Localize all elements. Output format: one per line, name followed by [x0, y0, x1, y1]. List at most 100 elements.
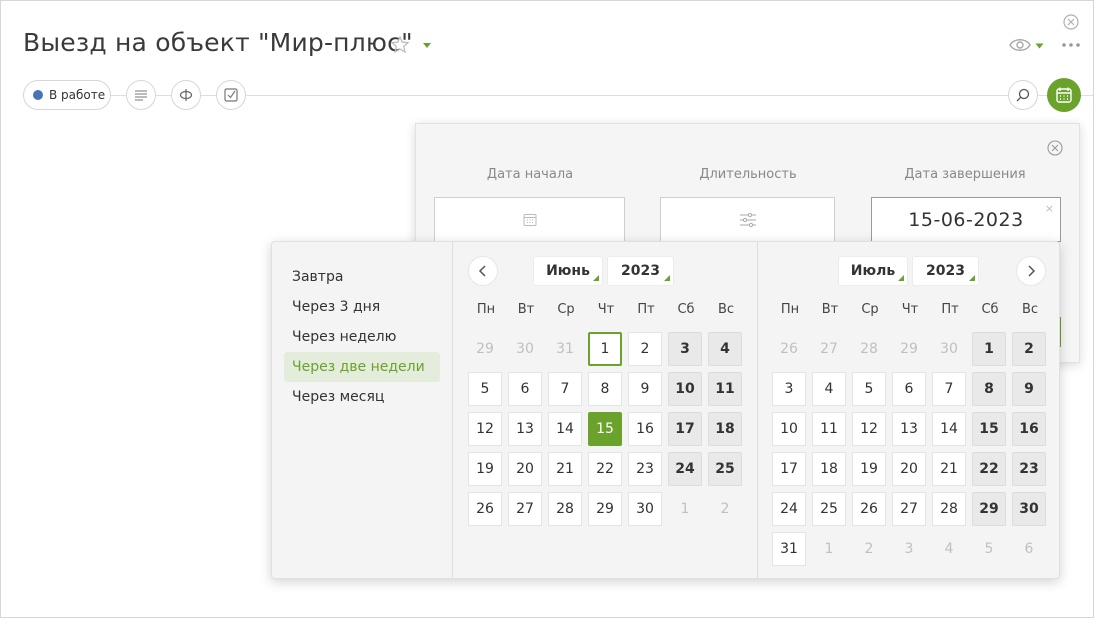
- calendar-day[interactable]: 28: [548, 492, 582, 526]
- calendar-day[interactable]: 29: [588, 492, 622, 526]
- calendar-day[interactable]: 7: [548, 372, 582, 406]
- calendar-day[interactable]: 13: [508, 412, 542, 446]
- month-select[interactable]: Июль: [838, 256, 908, 286]
- calendar-day[interactable]: 8: [972, 372, 1006, 406]
- year-select[interactable]: 2023: [912, 256, 979, 286]
- clear-icon[interactable]: ×: [1045, 202, 1054, 215]
- chevron-down-icon[interactable]: [1035, 43, 1044, 49]
- calendar-day[interactable]: 3: [772, 372, 806, 406]
- description-button[interactable]: [126, 80, 156, 110]
- calendar-day[interactable]: 12: [468, 412, 502, 446]
- calendar-day[interactable]: 1: [588, 332, 622, 366]
- calendar-day[interactable]: 7: [932, 372, 966, 406]
- calendar-day[interactable]: 20: [508, 452, 542, 486]
- checklist-button[interactable]: [216, 80, 246, 110]
- calendar-day[interactable]: 21: [548, 452, 582, 486]
- preset-option[interactable]: Завтра: [284, 262, 440, 292]
- end-date-value: 15-06-2023: [908, 208, 1024, 231]
- end-date-label: Дата завершения: [904, 167, 1026, 182]
- calendar-day[interactable]: 17: [668, 412, 702, 446]
- preset-option[interactable]: Через неделю: [284, 322, 440, 352]
- calendar-day[interactable]: 11: [812, 412, 846, 446]
- calendar-day[interactable]: 24: [668, 452, 702, 486]
- calendar-day[interactable]: 10: [668, 372, 702, 406]
- prev-month-button[interactable]: [468, 256, 498, 286]
- calendar-day[interactable]: 25: [812, 492, 846, 526]
- year-select[interactable]: 2023: [607, 256, 674, 286]
- calendar-day[interactable]: 29: [972, 492, 1006, 526]
- month-select[interactable]: Июнь: [533, 256, 603, 286]
- calendar-day[interactable]: 6: [508, 372, 542, 406]
- preset-option[interactable]: Через месяц: [284, 382, 440, 412]
- calendar-day[interactable]: 27: [508, 492, 542, 526]
- close-icon[interactable]: [1063, 14, 1079, 30]
- preset-option[interactable]: Через две недели: [284, 352, 440, 382]
- calendar-day[interactable]: 26: [468, 492, 502, 526]
- calendar-day[interactable]: 9: [628, 372, 662, 406]
- phi-icon: [179, 89, 193, 101]
- calendar-day[interactable]: 4: [812, 372, 846, 406]
- formula-button[interactable]: [171, 80, 201, 110]
- eye-icon[interactable]: [1009, 37, 1031, 53]
- calendar-day[interactable]: 18: [708, 412, 742, 446]
- status-label: В работе: [49, 88, 106, 102]
- calendar-day[interactable]: 27: [892, 492, 926, 526]
- text-lines-icon: [135, 90, 147, 101]
- calendar-day[interactable]: 13: [892, 412, 926, 446]
- close-icon[interactable]: [1047, 140, 1063, 156]
- duration-field[interactable]: [660, 197, 835, 242]
- calendar-day[interactable]: 19: [468, 452, 502, 486]
- calendar-day[interactable]: 18: [812, 452, 846, 486]
- calendar-day[interactable]: 25: [708, 452, 742, 486]
- month-select-label: Июнь: [546, 263, 590, 279]
- calendar-day[interactable]: 9: [1012, 372, 1046, 406]
- calendar-day[interactable]: 30: [1012, 492, 1046, 526]
- calendar-day[interactable]: 22: [588, 452, 622, 486]
- calendar-day[interactable]: 10: [772, 412, 806, 446]
- calendar-day[interactable]: 1: [972, 332, 1006, 366]
- calendar-button[interactable]: [1047, 78, 1081, 112]
- calendar-day[interactable]: 11: [708, 372, 742, 406]
- calendar-day[interactable]: 5: [852, 372, 886, 406]
- calendar-day: 27: [820, 341, 838, 357]
- calendar-day[interactable]: 16: [628, 412, 662, 446]
- calendar-day[interactable]: 20: [892, 452, 926, 486]
- divider: [452, 242, 453, 578]
- chevron-down-icon[interactable]: [422, 42, 432, 49]
- status-button[interactable]: В работе: [23, 80, 111, 110]
- calendar-day: 26: [780, 341, 798, 357]
- calendar-day[interactable]: 30: [628, 492, 662, 526]
- calendar-day[interactable]: 14: [932, 412, 966, 446]
- star-icon[interactable]: [390, 35, 410, 55]
- calendar-day[interactable]: 21: [932, 452, 966, 486]
- search-button[interactable]: [1008, 80, 1038, 110]
- start-date-field[interactable]: [434, 197, 625, 242]
- calendar-day[interactable]: 5: [468, 372, 502, 406]
- calendar-day[interactable]: 23: [1012, 452, 1046, 486]
- calendar-day[interactable]: 12: [852, 412, 886, 446]
- calendar-day: 28: [860, 341, 878, 357]
- calendar-day[interactable]: 17: [772, 452, 806, 486]
- next-month-button[interactable]: [1016, 256, 1046, 286]
- calendar-day[interactable]: 4: [708, 332, 742, 366]
- calendar-day[interactable]: 8: [588, 372, 622, 406]
- calendar-day[interactable]: 24: [772, 492, 806, 526]
- calendar-day[interactable]: 19: [852, 452, 886, 486]
- preset-option[interactable]: Через 3 дня: [284, 292, 440, 322]
- calendar-day[interactable]: 2: [628, 332, 662, 366]
- calendar-day[interactable]: 6: [892, 372, 926, 406]
- calendar-day[interactable]: 31: [772, 532, 806, 566]
- calendar-day[interactable]: 16: [1012, 412, 1046, 446]
- calendar-day[interactable]: 26: [852, 492, 886, 526]
- calendar-day[interactable]: 22: [972, 452, 1006, 486]
- calendar-day[interactable]: 28: [932, 492, 966, 526]
- end-date-field[interactable]: 15-06-2023 ×: [871, 197, 1061, 242]
- more-icon[interactable]: [1060, 37, 1082, 53]
- page-title: Выезд на объект "Мир-плюс": [23, 28, 413, 57]
- calendar-day[interactable]: 3: [668, 332, 702, 366]
- calendar-day[interactable]: 23: [628, 452, 662, 486]
- calendar-day[interactable]: 2: [1012, 332, 1046, 366]
- calendar-day[interactable]: 15: [588, 412, 622, 446]
- calendar-day[interactable]: 14: [548, 412, 582, 446]
- calendar-day[interactable]: 15: [972, 412, 1006, 446]
